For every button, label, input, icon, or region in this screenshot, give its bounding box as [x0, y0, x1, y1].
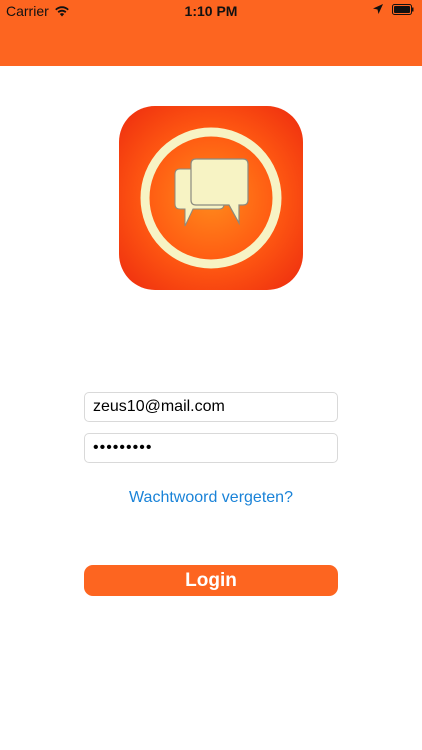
app-logo — [119, 106, 303, 290]
battery-icon — [392, 3, 414, 15]
email-field[interactable] — [84, 392, 338, 422]
clock: 1:10 PM — [184, 3, 238, 19]
login-button[interactable]: Login — [84, 565, 338, 596]
status-right-group — [372, 3, 414, 15]
location-arrow-icon — [373, 4, 383, 14]
header-bar: Carrier 1:10 PM — [0, 0, 422, 66]
status-bar: Carrier 1:10 PM — [0, 0, 422, 24]
password-field[interactable] — [84, 433, 338, 463]
forgot-password-link[interactable]: Wachtwoord vergeten? — [0, 489, 422, 507]
